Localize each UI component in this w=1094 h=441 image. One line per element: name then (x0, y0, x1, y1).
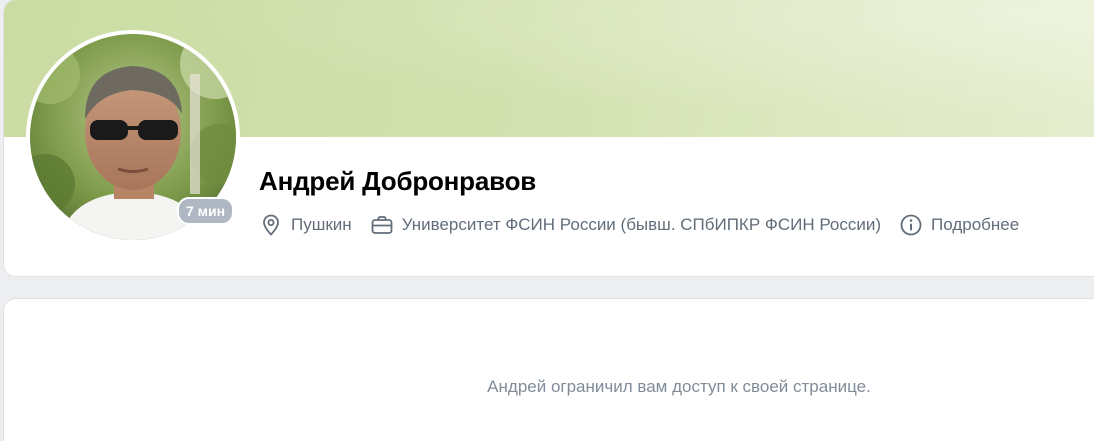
info-circle-icon (899, 213, 923, 237)
profile-meta-row: Пушкин Университет ФСИН России (бывш. СП… (259, 213, 1037, 237)
briefcase-icon (370, 213, 394, 237)
location-pin-icon (259, 213, 283, 237)
restricted-access-message: Андрей ограничил вам доступ к своей стра… (487, 377, 871, 396)
profile-content-card: Андрей ограничил вам доступ к своей стра… (4, 299, 1094, 441)
meta-city-label: Пушкин (291, 215, 352, 234)
meta-city[interactable]: Пушкин (259, 213, 352, 237)
meta-details-label: Подробнее (931, 215, 1020, 234)
meta-education[interactable]: Университет ФСИН России (бывш. СПбИПКР Ф… (370, 213, 881, 237)
meta-education-label: Университет ФСИН России (бывш. СПбИПКР Ф… (401, 215, 882, 234)
profile-page: 7 мин Андрей Добронравов Пушкин Универси… (0, 0, 1094, 441)
meta-details-link[interactable]: Подробнее (899, 213, 1019, 237)
profile-name: Андрей Добронравов (259, 166, 537, 196)
online-status-badge: 7 мин (177, 197, 235, 225)
